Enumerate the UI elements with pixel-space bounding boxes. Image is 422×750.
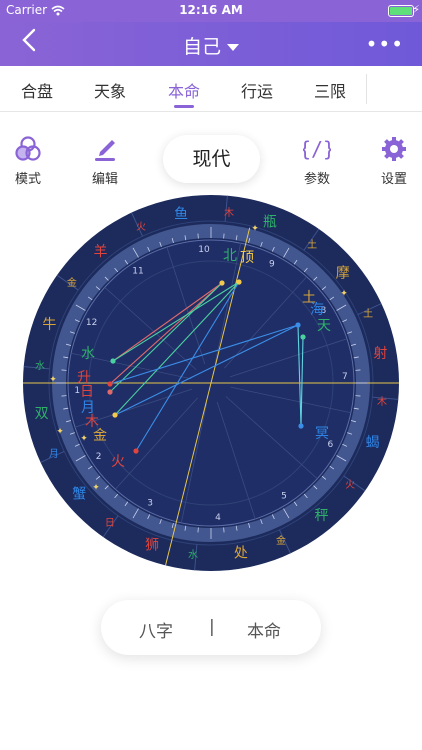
planet-marker	[112, 412, 118, 418]
ellipsis-icon: •••	[365, 32, 404, 56]
planet-label: 海	[310, 302, 324, 318]
planet-label: 水	[81, 346, 95, 362]
zodiac-sign-label: 瓶	[263, 214, 277, 230]
sign-ruler-label: 木	[377, 396, 387, 408]
sign-ruler-label: 月	[49, 448, 59, 460]
zodiac-sign-label: 鱼	[174, 206, 188, 223]
house-number: 9	[269, 260, 275, 270]
house-number: 5	[281, 491, 287, 501]
toggle-natal[interactable]: 本命	[247, 617, 281, 642]
planet-label: 北	[223, 248, 237, 264]
natal-chart-wheel[interactable]: 瓶鱼羊牛双蟹狮处秤蝎射摩土木火金水月日水金火木土 10 9 8 7 6 5 4 3 2 1 12 11 北…	[22, 194, 400, 572]
tab-natal[interactable]: 本命	[168, 78, 200, 102]
zodiac-sign-label: 狮	[145, 538, 159, 554]
house-number: 2	[96, 452, 102, 462]
toggle-separator: |	[209, 617, 215, 637]
sparkle-icon: ✦	[80, 434, 88, 444]
planet-marker	[110, 358, 116, 364]
status-bar: Carrier 12:16 AM ⚡	[0, 0, 422, 22]
chart-svg: 瓶鱼羊牛双蟹狮 处秤蝎射摩土木火金水月日水金火木土109876543211211北…	[23, 195, 399, 571]
house-number: 4	[215, 513, 221, 523]
charging-icon: ⚡	[412, 3, 420, 16]
gear-icon	[382, 137, 406, 161]
planet-marker	[133, 448, 139, 454]
sparkle-icon: ✦	[49, 375, 57, 385]
sign-ruler-label: 金	[276, 534, 286, 547]
chart-tabs: 合盘 天象 本命 行运 三限	[0, 66, 422, 112]
sign-ruler-label: 日	[105, 518, 115, 529]
house-number: 7	[342, 372, 348, 382]
planet-label: 日	[80, 384, 94, 400]
toggle-bazi[interactable]: 八字	[139, 617, 173, 642]
house-number: 3	[147, 498, 153, 508]
planet-marker	[300, 334, 306, 340]
chart-type-toggle: 八字 | 本命	[101, 600, 321, 655]
sparkle-icon: ✦	[92, 483, 100, 493]
zodiac-sign-label: 双	[35, 406, 49, 422]
planet-marker	[236, 279, 242, 285]
svg-text:{/}: {/}	[303, 137, 331, 161]
zodiac-sign-label: 处	[234, 545, 248, 561]
zodiac-sign-label: 牛	[42, 317, 56, 333]
planet-label: 火	[111, 454, 125, 470]
sign-ruler-label: 土	[307, 238, 317, 251]
zodiac-sign-label: 射	[373, 346, 387, 362]
pen-icon	[95, 140, 115, 161]
sign-ruler-label: 火	[345, 479, 355, 491]
sign-ruler-label: 火	[136, 221, 146, 233]
clock: 12:16 AM	[179, 3, 243, 17]
overlap-circles-icon	[15, 136, 41, 161]
planet-marker	[107, 381, 113, 387]
zodiac-sign-label: 蟹	[72, 487, 86, 503]
sign-ruler-label: 金	[67, 276, 77, 289]
house-number: 11	[132, 267, 143, 277]
profile-selector[interactable]: 自己	[0, 32, 422, 59]
edit-label: 编辑	[91, 172, 118, 187]
mode-label: 模式	[14, 172, 41, 187]
zodiac-sign-label: 摩	[336, 264, 350, 281]
zodiac-sign-label: 蝎	[366, 435, 380, 451]
tab-transit[interactable]: 行运	[241, 78, 273, 102]
planet-label: 顶	[240, 250, 254, 266]
tab-tertiary[interactable]: 三限	[314, 78, 346, 102]
planet-marker	[219, 280, 225, 286]
zodiac-sign-label: 羊	[93, 244, 107, 260]
braces-icon: {/}	[303, 137, 331, 161]
params-label: 参数	[303, 172, 330, 187]
zodiac-sign-label: 秤	[315, 508, 329, 524]
sparkle-icon: ✦	[340, 289, 348, 299]
params-button[interactable]: {/} 参数	[289, 134, 345, 187]
more-button[interactable]: •••	[366, 32, 404, 56]
sign-ruler-label: 水	[35, 360, 45, 372]
planet-marker	[107, 389, 113, 395]
caret-down-icon	[227, 44, 239, 51]
settings-button[interactable]: 设置	[366, 134, 422, 187]
house-number: 10	[198, 245, 210, 255]
mode-button[interactable]: 模式	[0, 134, 56, 187]
settings-label: 设置	[380, 172, 407, 187]
sparkle-icon: ✦	[56, 427, 64, 437]
tab-divider	[366, 74, 367, 104]
tab-transit-sky[interactable]: 天象	[94, 78, 126, 102]
house-number: 12	[86, 318, 97, 328]
planet-marker	[298, 423, 304, 429]
planet-marker	[295, 322, 301, 328]
edit-button[interactable]: 编辑	[77, 134, 133, 187]
battery-icon	[388, 5, 414, 17]
sign-ruler-label: 土	[363, 307, 373, 320]
current-mode-pill[interactable]: 现代	[163, 135, 260, 183]
sign-ruler-label: 木	[224, 207, 234, 219]
sign-ruler-label: 水	[188, 549, 198, 561]
active-tab-indicator	[174, 105, 194, 108]
sparkle-icon: ✦	[251, 224, 259, 234]
tab-synastry[interactable]: 合盘	[21, 78, 53, 102]
planet-label: 金	[93, 428, 107, 444]
planet-label: 冥	[315, 426, 329, 442]
page-title: 自己	[182, 36, 221, 58]
planet-label: 天	[317, 318, 331, 334]
nav-bar: 自己 •••	[0, 22, 422, 66]
